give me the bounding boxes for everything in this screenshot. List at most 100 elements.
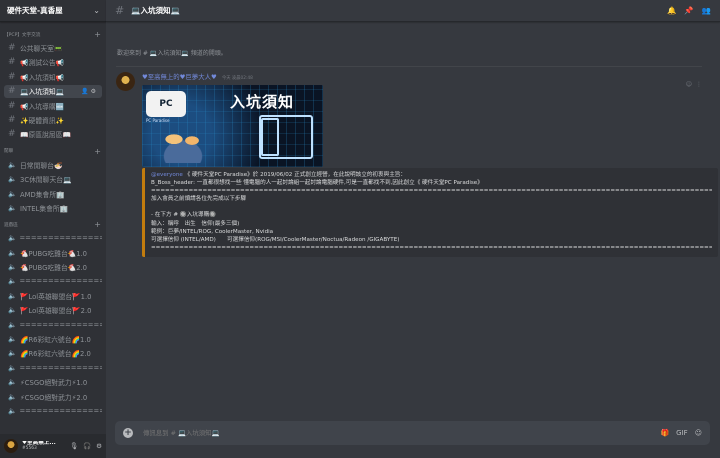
more-icon[interactable]: ⋮ bbox=[696, 81, 706, 88]
add-attachment-icon[interactable]: + bbox=[123, 428, 133, 438]
avatar[interactable] bbox=[116, 72, 135, 91]
chevron-down-icon[interactable]: ⌄ bbox=[93, 6, 100, 15]
embed-line: ========================================… bbox=[151, 244, 712, 252]
composer-tools: 🎁 GIF ☺ bbox=[660, 429, 702, 437]
speaker-icon: 🔈 bbox=[8, 234, 17, 243]
embed-line-text: 可選擇信仰 (INTEL/AMD) 可選擇信仰(ROG/MSI/CoolerMa… bbox=[151, 236, 400, 243]
embed-line: - 在下方 # 🔘入坑導購🔘 bbox=[151, 211, 712, 219]
microphone-icon[interactable]: 🎙 bbox=[70, 442, 78, 450]
hash-icon: # bbox=[8, 100, 16, 111]
channel-label: ===================== bbox=[19, 320, 102, 329]
speaker-icon: 🔈 bbox=[8, 189, 17, 198]
category-label: 【PCP】文字交流 bbox=[4, 32, 41, 38]
topbar-tools: 🔔 📌 👥 bbox=[667, 6, 711, 15]
embed-line-text: 輸入：稱呼 出生 信仰(最多三個) bbox=[151, 220, 240, 227]
channel-label: 📢入坑導購🆕 bbox=[20, 102, 65, 111]
message-actions: ☺⋮ bbox=[686, 81, 706, 88]
sidebar-item-channel[interactable]: 🔈 ⚡CSGO絕對武力⚡2.0 bbox=[4, 390, 102, 403]
channel-label: ===================== bbox=[19, 277, 102, 286]
sidebar-item-channel[interactable]: 🔈 日常閒聊台🍜 bbox=[4, 158, 102, 171]
channel-title: 💻入坑須知💻 bbox=[131, 6, 180, 15]
channel-label: 🐔PUBG吃雞台🐔1.0 bbox=[20, 249, 88, 258]
speaker-icon: 🔈 bbox=[8, 335, 17, 344]
speaker-icon: 🔈 bbox=[8, 320, 17, 329]
add-channel-icon[interactable]: + bbox=[94, 220, 101, 229]
welcome-text: 歡迎來到 # 💻入坑須知💻 頻道的開頭。 bbox=[117, 50, 227, 57]
channel-topbar: # 💻入坑須知💻 🔔 📌 👥 bbox=[106, 0, 720, 22]
category-header[interactable]: 遊戲區 + bbox=[0, 219, 106, 230]
message-input[interactable] bbox=[143, 429, 661, 437]
hash-icon: # bbox=[8, 42, 16, 53]
gif-icon[interactable]: GIF bbox=[676, 429, 688, 437]
channel-label: 公共聊天室📟 bbox=[20, 44, 63, 53]
server-header[interactable]: 硬件天堂-真香屋 ⌄ bbox=[0, 0, 106, 22]
sidebar-item-channel[interactable]: # 公共聊天室📟 bbox=[4, 42, 102, 55]
sidebar-item-channel[interactable]: # 💻入坑須知💻 👤⚙ bbox=[4, 84, 102, 98]
speaker-icon: 🔈 bbox=[8, 406, 17, 415]
embed-line: 範例：巨夢/INTEL/ROG, CoolerMaster, Nvidia bbox=[151, 228, 712, 236]
chat-area: # 💻入坑須知💻 🔔 📌 👥 歡迎來到 # 💻入坑須知💻 頻道的開頭。 ♥至高無… bbox=[106, 0, 720, 458]
emoji-reaction-icon[interactable]: ☺ bbox=[686, 81, 696, 88]
sidebar-item-channel[interactable]: # 📢入坑須知📢 bbox=[4, 70, 102, 83]
sidebar-item-channel[interactable]: 🔈 INTEL集會所🏢 bbox=[4, 202, 102, 215]
mention-everyone[interactable]: @everyone bbox=[151, 172, 183, 178]
hash-icon: # bbox=[8, 86, 16, 97]
speaker-icon: 🔈 bbox=[8, 291, 17, 300]
category-header[interactable]: 閒聊 + bbox=[0, 146, 106, 157]
embed-line-text: 加入會員之前煩請各位先完成以下步驟 bbox=[151, 196, 247, 203]
speaker-icon: 🔈 bbox=[8, 175, 17, 184]
speaker-icon: 🔈 bbox=[8, 277, 17, 286]
user-panel: ♥至高無上... #5563 🎙 🎧 ⚙ bbox=[0, 434, 106, 458]
sidebar-item-channel[interactable]: 🔈===================== bbox=[4, 318, 102, 331]
channel-label: 🚩Lol英雄聯盟台🚩2.0 bbox=[20, 307, 92, 316]
sidebar-item-channel[interactable]: 🔈===================== bbox=[4, 275, 102, 288]
sidebar-item-channel[interactable]: 🔈===================== bbox=[4, 405, 102, 418]
gift-icon[interactable]: 🎁 bbox=[660, 429, 669, 437]
message-embed: @everyone 《 硬件天堂PC Paradise》於 2019/06/02… bbox=[142, 168, 718, 257]
emoji-icon[interactable]: ☺ bbox=[695, 429, 702, 437]
hash-icon: # bbox=[8, 114, 16, 125]
sidebar-item-channel[interactable]: 🔈===================== bbox=[4, 232, 102, 245]
message-author[interactable]: ♥至高無上的♥巨夢大人♥ bbox=[142, 73, 217, 81]
sidebar-item-channel[interactable]: # ✨硬體資訊✨ bbox=[4, 114, 102, 127]
add-channel-icon[interactable]: + bbox=[94, 147, 101, 156]
embed-line-text: 範例：巨夢/INTEL/ROG, CoolerMaster, Nvidia bbox=[151, 228, 274, 235]
sidebar-item-channel[interactable]: 🔈 🚩Lol英雄聯盟台🚩2.0 bbox=[4, 304, 102, 317]
speaker-icon: 🔈 bbox=[8, 306, 17, 315]
message-composer: + 🎁 GIF ☺ bbox=[115, 421, 710, 445]
category-header[interactable]: 【PCP】文字交流 + bbox=[0, 29, 106, 40]
embed-line-text: ========================================… bbox=[151, 244, 712, 251]
channel-label: 📖原區說屈區📖 bbox=[20, 131, 71, 140]
add-channel-icon[interactable]: + bbox=[94, 30, 101, 39]
sidebar-item-channel[interactable]: # 📢入坑導購🆕 bbox=[4, 99, 102, 112]
sidebar-item-channel[interactable]: 🔈===================== bbox=[4, 361, 102, 374]
sidebar-item-channel[interactable]: 🔈 🚩Lol英雄聯盟台🚩1.0 bbox=[4, 289, 102, 302]
embed-line: ========================================… bbox=[151, 187, 712, 195]
gear-icon[interactable]: ⚙ bbox=[96, 442, 102, 450]
sidebar-item-channel[interactable]: 🔈 🌈R6彩虹六號台🌈2.0 bbox=[4, 347, 102, 360]
members-icon[interactable]: 👥 bbox=[702, 6, 711, 15]
pc-logo: PC bbox=[146, 91, 186, 117]
user-meta: ♥至高無上... #5563 bbox=[22, 441, 70, 451]
channel-label: 📢入坑須知📢 bbox=[20, 73, 65, 82]
embed-line: @everyone 《 硬件天堂PC Paradise》於 2019/06/02… bbox=[151, 171, 712, 179]
sidebar-item-channel[interactable]: 🔈 🌈R6彩虹六號台🌈1.0 bbox=[4, 333, 102, 346]
message-image[interactable]: PC PC Paradise 入坑須知 bbox=[142, 85, 323, 167]
sidebar-item-channel[interactable]: 🔈 AMD集會所🏢 bbox=[4, 187, 102, 200]
sidebar-item-channel[interactable]: # 📖原區說屈區📖 bbox=[4, 128, 102, 141]
channel-label: 3C休閒聊天台💻 bbox=[20, 176, 72, 185]
bell-icon[interactable]: 🔔 bbox=[667, 6, 676, 15]
channel-label: ===================== bbox=[19, 363, 102, 372]
sidebar-item-channel[interactable]: 🔈 ⚡CSGO絕對武力⚡1.0 bbox=[4, 376, 102, 389]
headphones-icon[interactable]: 🎧 bbox=[83, 442, 91, 450]
avatar[interactable] bbox=[4, 439, 18, 453]
channel-label: 日常閒聊台🍜 bbox=[20, 161, 63, 170]
user-tag: #5563 bbox=[22, 445, 37, 451]
pin-icon[interactable]: 📌 bbox=[684, 6, 693, 15]
sidebar-item-channel[interactable]: 🔈 🐔PUBG吃雞台🐔2.0 bbox=[4, 261, 102, 274]
channel-settings-icon[interactable]: 👤⚙ bbox=[81, 88, 98, 95]
message-header: ♥至高無上的♥巨夢大人♥ 今天 凌晨02:48 bbox=[142, 72, 253, 81]
sidebar-item-channel[interactable]: 🔈 3C休閒聊天台💻 bbox=[4, 173, 102, 186]
sidebar-item-channel[interactable]: 🔈 🐔PUBG吃雞台🐔1.0 bbox=[4, 246, 102, 259]
sidebar-item-channel[interactable]: # 📢測試公告📢 bbox=[4, 56, 102, 69]
